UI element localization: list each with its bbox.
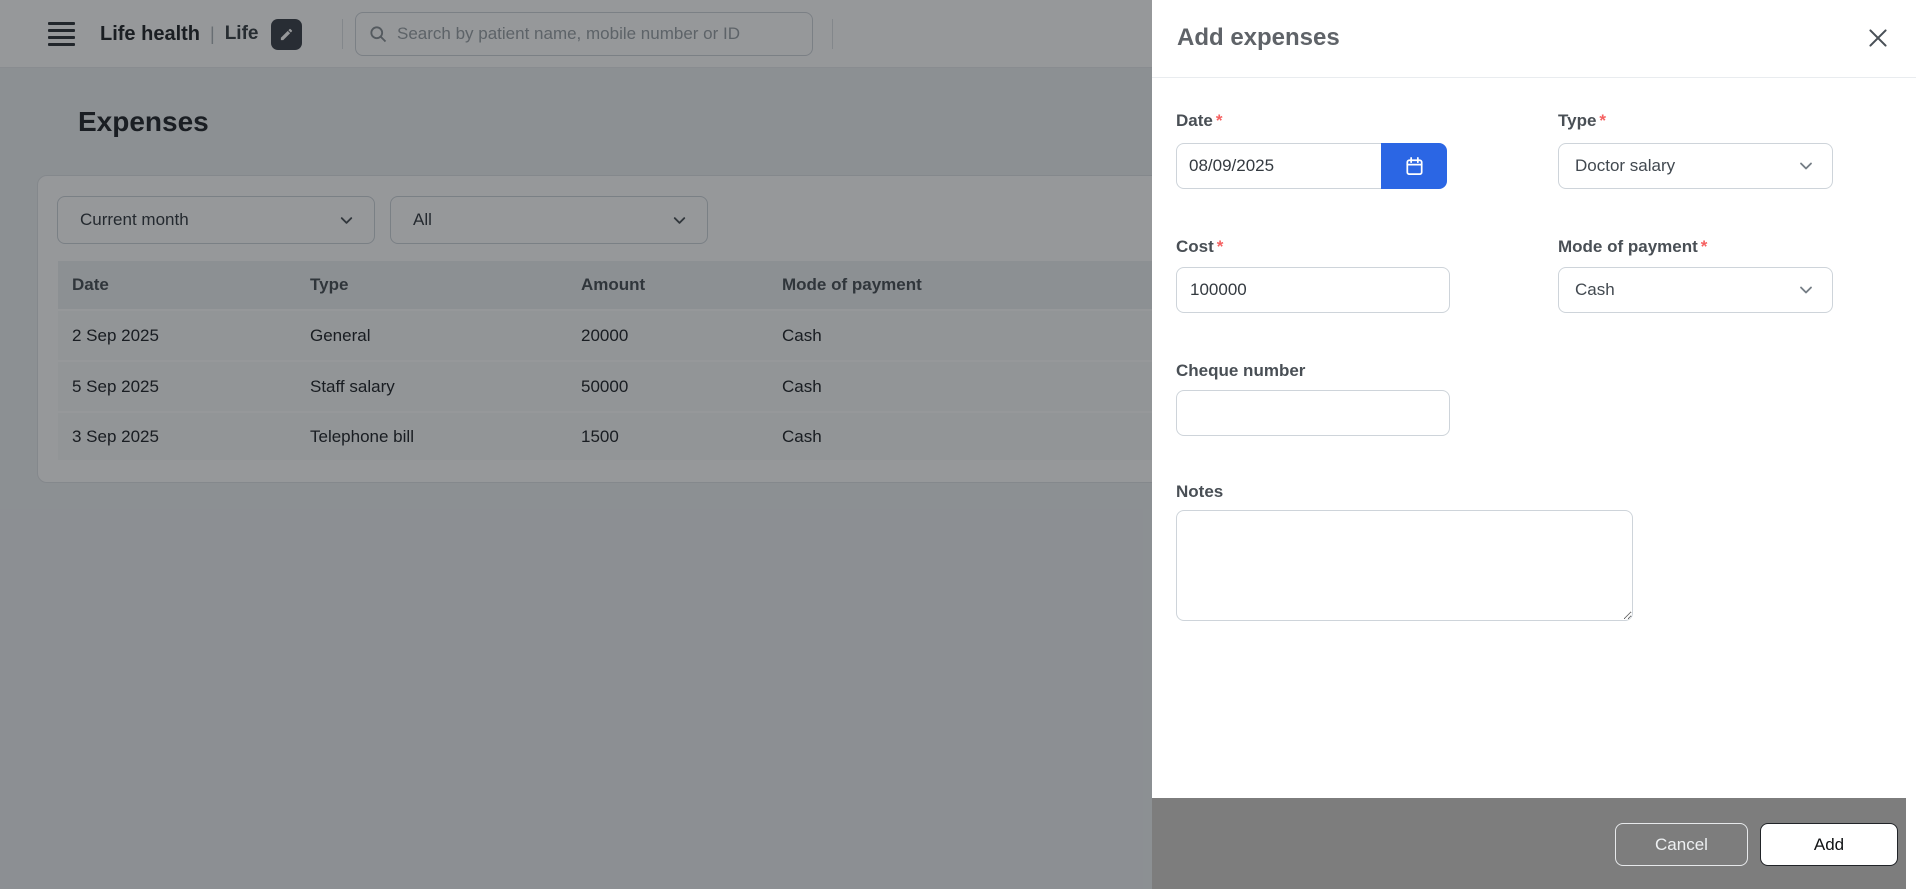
drawer-footer: Cancel Add — [1152, 798, 1906, 889]
drawer-header: Add expenses — [1152, 0, 1916, 78]
chevron-down-icon — [1800, 162, 1812, 170]
mode-of-payment-label: Mode of payment * — [1558, 237, 1708, 256]
required-marker: * — [1700, 237, 1708, 256]
date-picker-button[interactable] — [1381, 143, 1447, 189]
date-field-group — [1176, 143, 1447, 189]
close-button[interactable] — [1864, 25, 1892, 53]
mode-select-value: Cash — [1575, 280, 1615, 299]
mode-of-payment-select[interactable]: Cash — [1558, 267, 1833, 313]
add-expenses-drawer: Add expenses Date* T — [1152, 0, 1916, 889]
type-label: Type * — [1558, 111, 1607, 130]
required-marker: * — [1599, 111, 1607, 130]
app-root: Life health | Life Expenses Current mont… — [0, 0, 1916, 889]
cheque-number-label: Cheque number — [1176, 361, 1306, 380]
notes-textarea[interactable] — [1176, 510, 1633, 621]
required-marker: * — [1215, 111, 1223, 130]
close-icon — [1869, 29, 1887, 47]
type-select[interactable]: Doctor salary — [1558, 143, 1833, 189]
notes-label: Notes — [1176, 482, 1224, 501]
chevron-down-icon — [1800, 286, 1812, 294]
required-marker: * — [1216, 237, 1224, 256]
date-label: Date * — [1176, 111, 1223, 130]
calendar-icon — [1405, 156, 1423, 175]
add-button[interactable]: Add — [1760, 823, 1898, 866]
type-select-value: Doctor salary — [1575, 156, 1676, 175]
cheque-number-input[interactable] — [1176, 390, 1450, 436]
cost-label: Cost * — [1176, 237, 1224, 256]
cancel-button[interactable]: Cancel — [1615, 823, 1748, 866]
date-input[interactable] — [1176, 143, 1382, 189]
cost-input[interactable] — [1176, 267, 1450, 313]
drawer-title: Add expenses — [1177, 24, 1340, 51]
